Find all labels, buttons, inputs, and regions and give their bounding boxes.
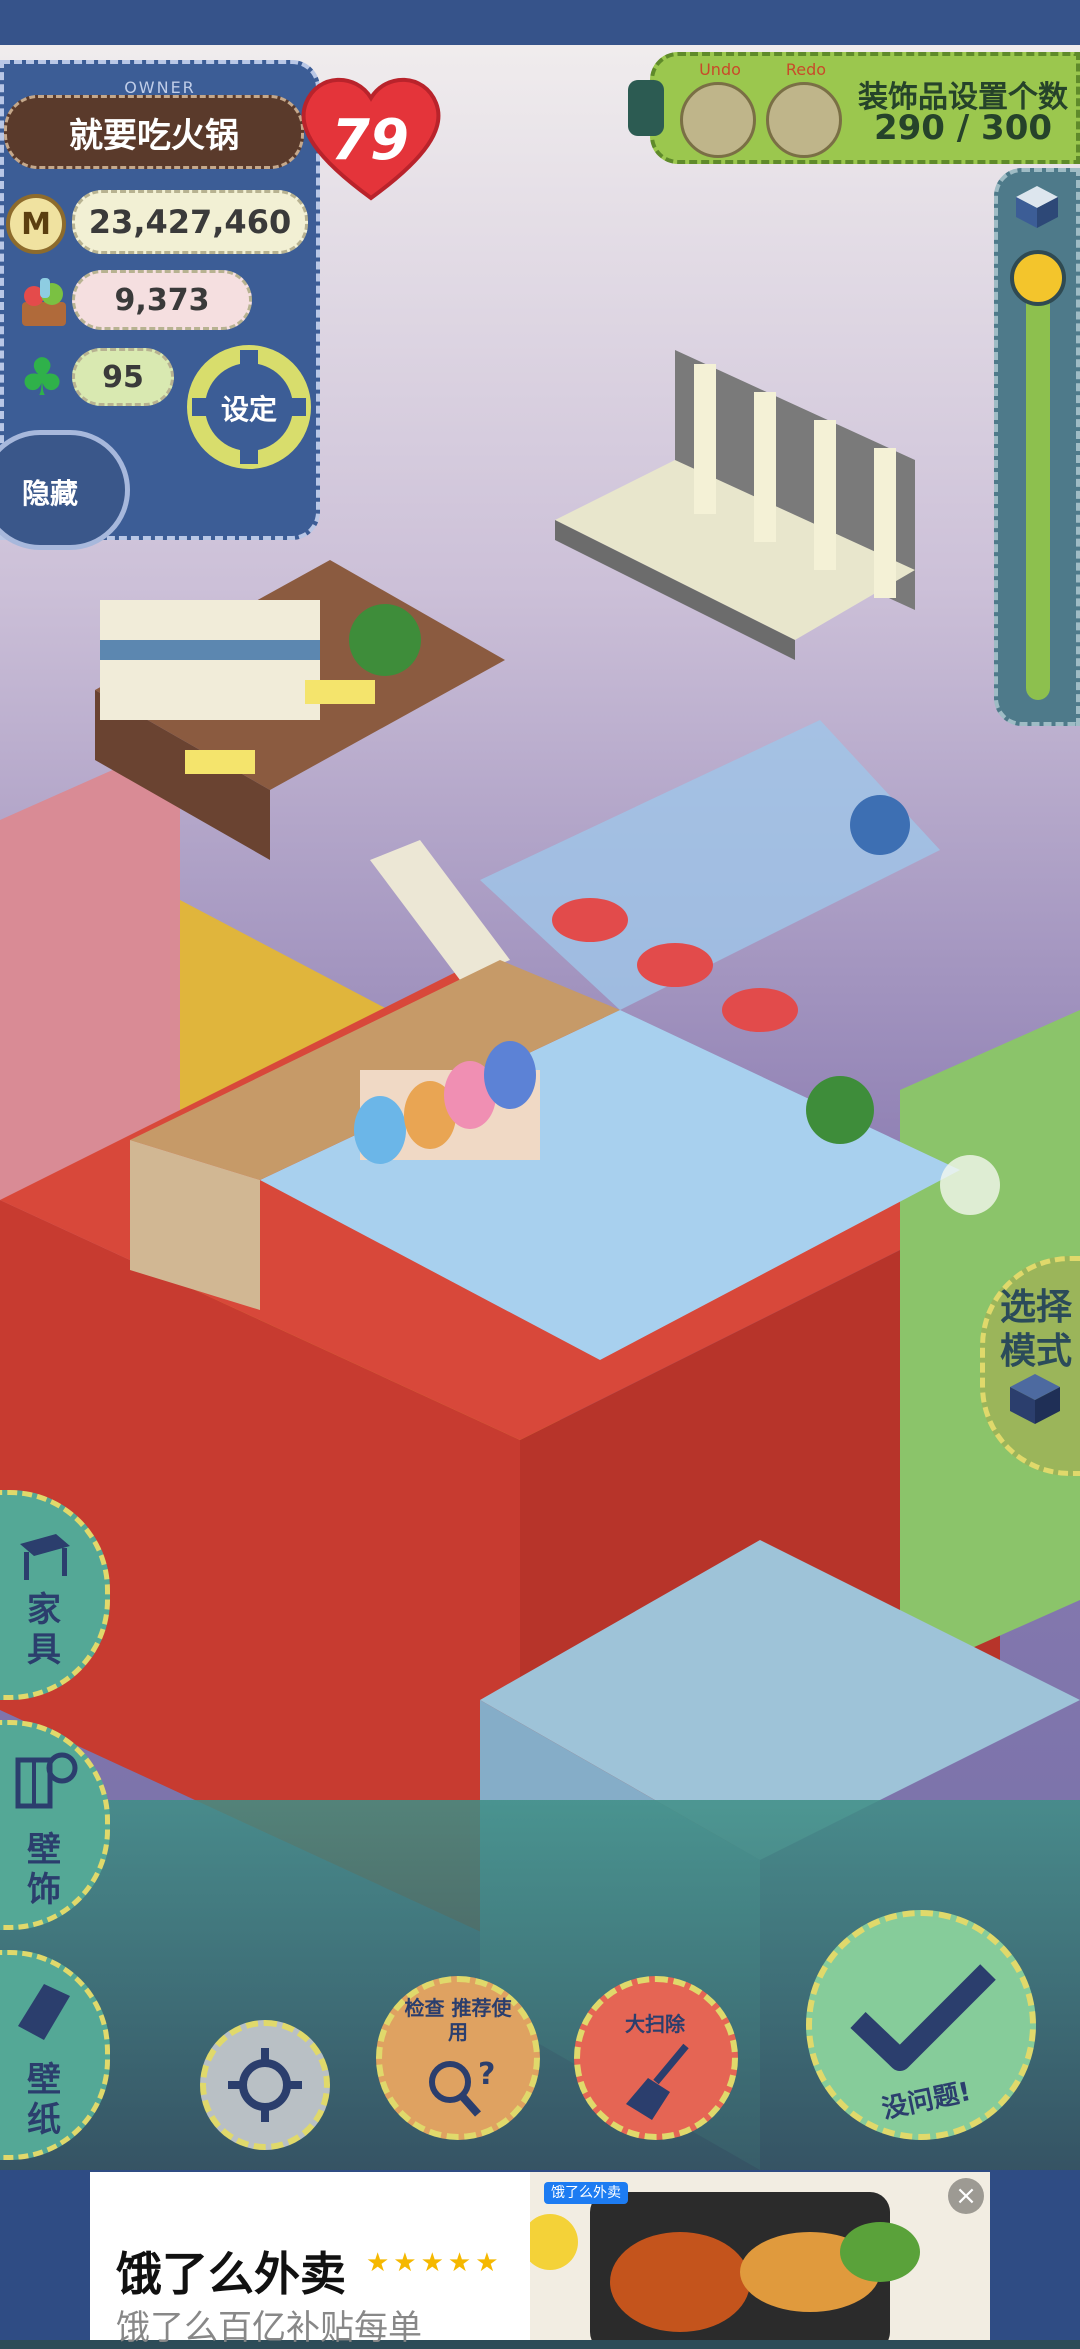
- svg-text:?: ?: [478, 2057, 495, 2092]
- ad-close-icon[interactable]: ×: [948, 2178, 984, 2214]
- magnifier-question-icon: ?: [429, 2057, 495, 2117]
- cleanup-label: 大扫除: [625, 2012, 685, 2036]
- furniture-label: 家具: [27, 1590, 61, 1670]
- wall-decor-label: 壁饰: [27, 1830, 61, 1910]
- vegetable-basket-icon: [22, 278, 66, 326]
- hide-label: 隐藏: [22, 477, 79, 510]
- window-clock-icon: [15, 1752, 78, 1809]
- cube-icon: [1016, 186, 1058, 228]
- redo-label: Redo: [785, 60, 827, 79]
- check-help-label: 检查 推荐使用: [404, 1996, 512, 2044]
- broom-icon: [626, 2043, 689, 2120]
- level-number: 79: [331, 108, 409, 173]
- ad-rating-stars: ★★★★★: [366, 2248, 503, 2278]
- panel-toggle-arrow-icon[interactable]: [628, 80, 664, 136]
- zoom-slider[interactable]: [1026, 290, 1050, 700]
- food-count: 9,373: [72, 270, 252, 330]
- clover-count: 95: [72, 348, 174, 406]
- top-border: [0, 0, 1080, 45]
- select-cube-icon: [1010, 1374, 1060, 1424]
- clover-icon: ♣: [18, 348, 66, 408]
- coin-count: 23,427,460: [72, 190, 308, 254]
- select-mode-label: 选择模式: [999, 1287, 1072, 1372]
- wallpaper-icon: [18, 1984, 70, 2040]
- ad-title: 饿了么外卖: [116, 2247, 346, 2301]
- decoration-count: 290 / 300: [873, 108, 1053, 148]
- redo-button[interactable]: [766, 82, 842, 158]
- checkmark-icon: [850, 1964, 996, 2071]
- table-icon: [20, 1534, 70, 1580]
- undo-label: Undo: [699, 60, 741, 79]
- ad-subtitle: 饿了么百亿补贴每单: [116, 2308, 422, 2348]
- coin-icon: M: [6, 194, 66, 254]
- owner-name: 就要吃火锅: [4, 95, 304, 169]
- zoom-slider-knob[interactable]: [1010, 250, 1066, 306]
- wallpaper-label: 壁纸: [27, 2060, 61, 2140]
- ad-badge: 饿了么外卖: [544, 2182, 628, 2204]
- gear-icon: [228, 2048, 302, 2122]
- settings-label: 设定: [220, 393, 277, 426]
- undo-button[interactable]: [680, 82, 756, 158]
